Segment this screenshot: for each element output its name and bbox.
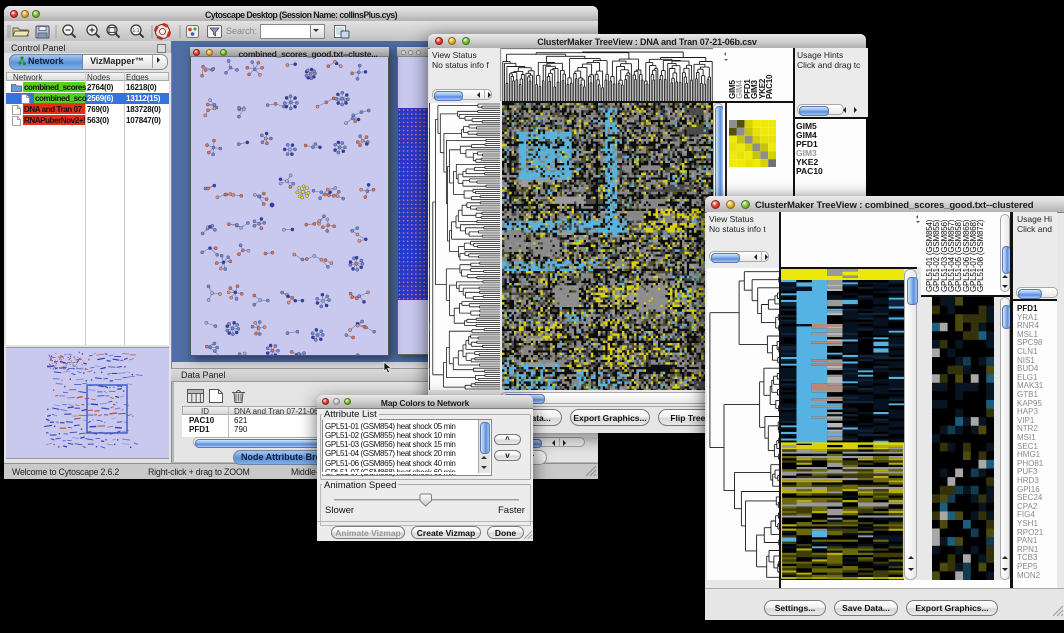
svg-text:1:1: 1:1 — [133, 28, 140, 34]
